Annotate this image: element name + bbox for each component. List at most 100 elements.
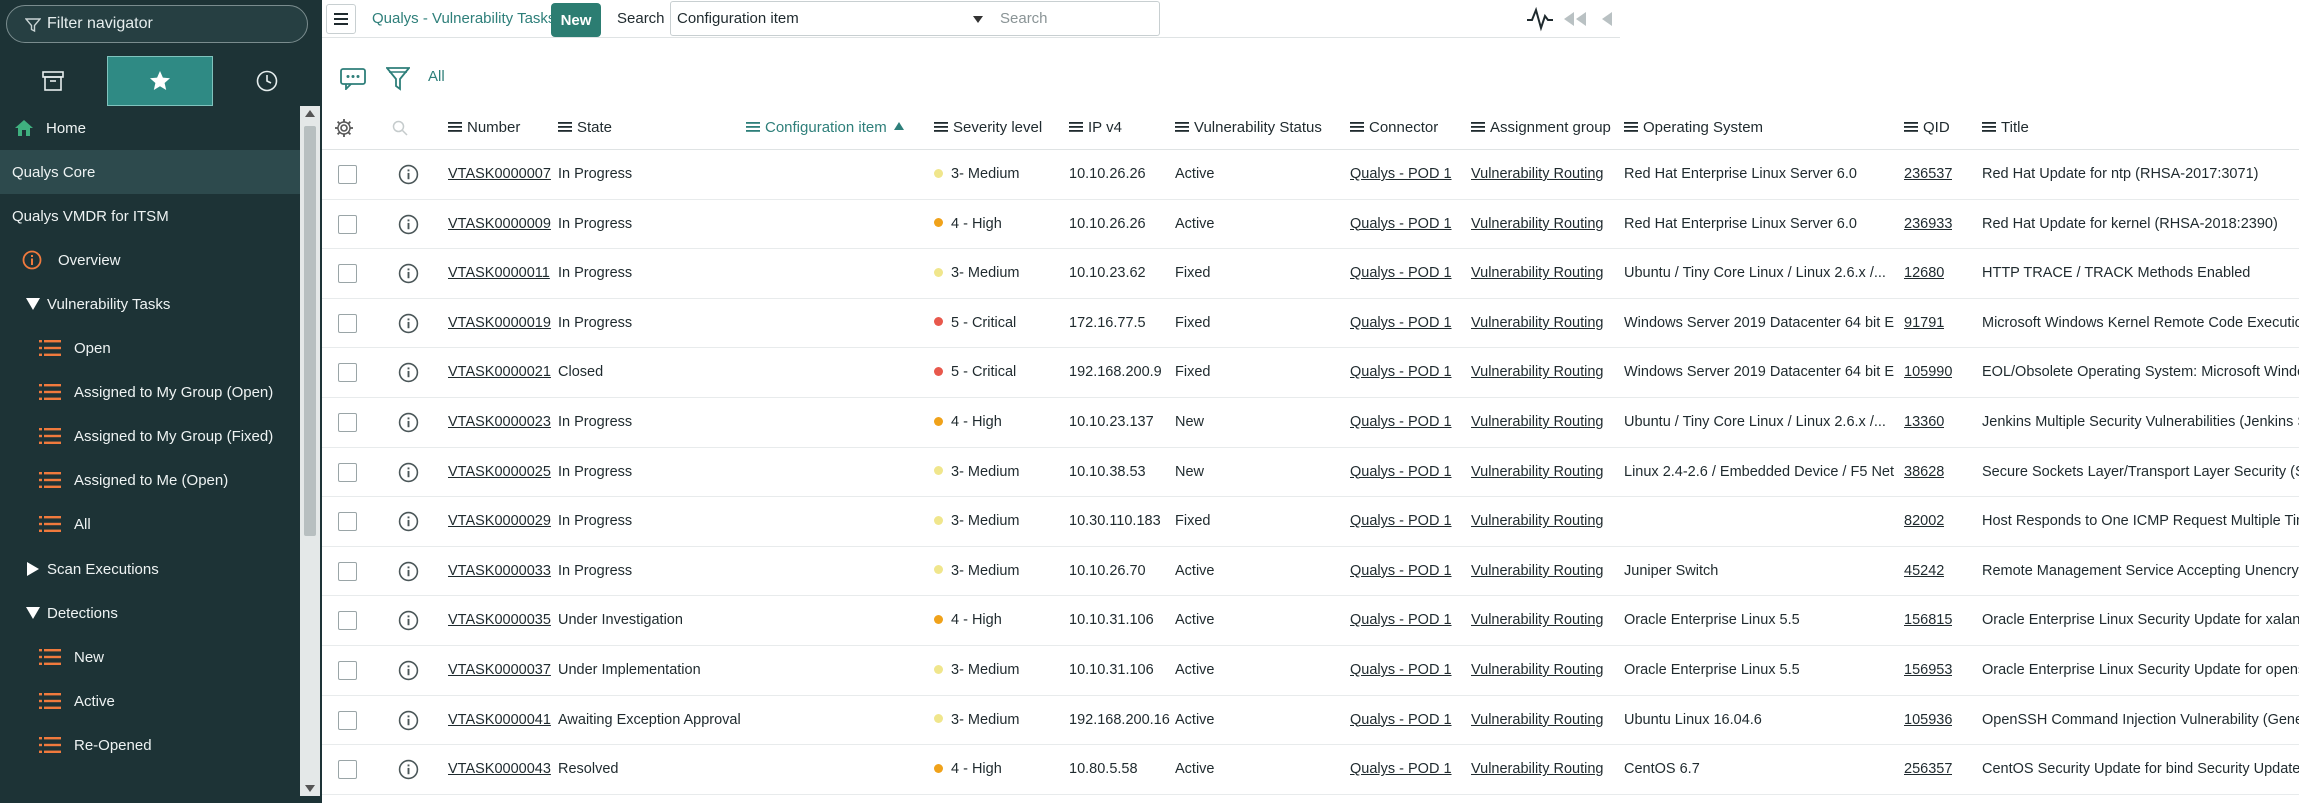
column-header-assignment-group[interactable]: Assignment group — [1471, 106, 1611, 150]
column-header-number[interactable]: Number — [448, 106, 520, 150]
cell-qid[interactable]: 156953 — [1904, 646, 1952, 695]
row-select-checkbox[interactable] — [338, 561, 357, 581]
cell-qid[interactable]: 12680 — [1904, 249, 1944, 298]
row-select-checkbox[interactable] — [338, 413, 357, 432]
cell-connector[interactable]: Qualys - POD 1 — [1350, 448, 1452, 497]
row-select-checkbox[interactable] — [338, 512, 357, 532]
cell-connector[interactable]: Qualys - POD 1 — [1350, 299, 1452, 348]
first-page-icon[interactable] — [1560, 9, 1590, 29]
cell-connector[interactable]: Qualys - POD 1 — [1350, 249, 1452, 298]
list-menu-button[interactable] — [326, 4, 356, 34]
cell-connector[interactable]: Qualys - POD 1 — [1350, 547, 1452, 596]
cell-group[interactable]: Vulnerability Routing — [1471, 547, 1603, 596]
sidebar-item-vulnerability-tasks[interactable]: Vulnerability Tasks — [0, 282, 300, 326]
cell-qid[interactable]: 38628 — [1904, 448, 1944, 497]
cell-group[interactable]: Vulnerability Routing — [1471, 348, 1603, 397]
cell-connector[interactable]: Qualys - POD 1 — [1350, 646, 1452, 695]
cell-group[interactable]: Vulnerability Routing — [1471, 497, 1603, 546]
sidebar-item-overview[interactable]: Overview — [0, 238, 300, 282]
column-header-configuration-item[interactable]: Configuration item — [746, 106, 904, 150]
cell-qid[interactable]: 82002 — [1904, 497, 1944, 546]
cell-group[interactable]: Vulnerability Routing — [1471, 448, 1603, 497]
cell-number[interactable]: VTASK0000041 — [448, 696, 551, 745]
row-info-icon[interactable] — [398, 362, 419, 383]
cell-qid[interactable]: 236933 — [1904, 200, 1952, 249]
cell-connector[interactable]: Qualys - POD 1 — [1350, 150, 1452, 199]
column-header-qid[interactable]: QID — [1904, 106, 1950, 150]
cell-qid[interactable]: 91791 — [1904, 299, 1944, 348]
row-info-icon[interactable] — [398, 313, 419, 334]
table-row[interactable]: VTASK0000019 In Progress 5 - Critical 172.1… — [322, 299, 2299, 349]
row-select-checkbox[interactable] — [338, 462, 357, 482]
table-row[interactable]: VTASK0000035 Under Investigation 4 - High 1… — [322, 596, 2299, 646]
row-select-checkbox[interactable] — [338, 264, 357, 284]
cell-group[interactable]: Vulnerability Routing — [1471, 696, 1603, 745]
column-header-title[interactable]: Title — [1982, 106, 2029, 150]
table-row[interactable]: VTASK0000009 In Progress 4 - High 10.10.26.… — [322, 200, 2299, 250]
row-info-icon[interactable] — [398, 610, 419, 631]
cell-number[interactable]: VTASK0000035 — [448, 596, 551, 645]
column-menu-icon[interactable] — [1350, 122, 1364, 132]
cell-connector[interactable]: Qualys - POD 1 — [1350, 200, 1452, 249]
sidebar-item-assigned-to-my-group-open[interactable]: Assigned to My Group (Open) — [0, 370, 300, 414]
scroll-up-arrow-icon[interactable] — [305, 110, 315, 117]
cell-number[interactable]: VTASK0000037 — [448, 646, 551, 695]
cell-number[interactable]: VTASK0000029 — [448, 497, 551, 546]
cell-qid[interactable]: 13360 — [1904, 398, 1944, 447]
row-select-checkbox[interactable] — [338, 710, 357, 730]
row-info-icon[interactable] — [398, 710, 419, 731]
row-select-checkbox[interactable] — [338, 214, 357, 234]
cell-number[interactable]: VTASK0000023 — [448, 398, 551, 447]
cell-qid[interactable]: 45242 — [1904, 547, 1944, 596]
search-input[interactable] — [990, 1, 1160, 36]
table-row[interactable]: VTASK0000029 In Progress 3- Medium 10.30.11… — [322, 497, 2299, 547]
tab-favorites[interactable] — [107, 56, 213, 106]
cell-qid[interactable]: 256357 — [1904, 745, 1952, 794]
funnel-filter-icon[interactable] — [386, 66, 410, 92]
search-field-select[interactable]: Configuration item — [670, 1, 992, 36]
navigator-scrollbar[interactable] — [300, 106, 320, 796]
cell-number[interactable]: VTASK0000021 — [448, 348, 551, 397]
cell-number[interactable]: VTASK0000033 — [448, 547, 551, 596]
cell-connector[interactable]: Qualys - POD 1 — [1350, 745, 1452, 794]
cell-group[interactable]: Vulnerability Routing — [1471, 299, 1603, 348]
column-header-state[interactable]: State — [558, 106, 612, 150]
cell-connector[interactable]: Qualys - POD 1 — [1350, 696, 1452, 745]
cell-qid[interactable]: 236537 — [1904, 150, 1952, 199]
sidebar-item-all[interactable]: All — [0, 502, 300, 546]
column-menu-icon[interactable] — [558, 122, 572, 132]
row-info-icon[interactable] — [398, 511, 419, 532]
cell-group[interactable]: Vulnerability Routing — [1471, 249, 1603, 298]
sidebar-item-scan-executions[interactable]: Scan Executions — [0, 547, 300, 591]
row-info-icon[interactable] — [398, 561, 419, 582]
cell-connector[interactable]: Qualys - POD 1 — [1350, 348, 1452, 397]
table-row[interactable]: VTASK0000037 Under Implementation 3- Mediu… — [322, 646, 2299, 696]
tab-all-applications[interactable] — [0, 56, 106, 106]
sidebar-item-assigned-to-me-open[interactable]: Assigned to Me (Open) — [0, 458, 300, 502]
row-select-checkbox[interactable] — [338, 363, 357, 383]
filter-navigator-input[interactable]: Filter navigator — [6, 5, 308, 43]
sidebar-item-assigned-to-my-group-fixed[interactable]: Assigned to My Group (Fixed) — [0, 414, 300, 458]
column-menu-icon[interactable] — [1175, 122, 1189, 132]
sidebar-item-new[interactable]: New — [0, 635, 300, 679]
row-info-icon[interactable] — [398, 164, 419, 185]
cell-group[interactable]: Vulnerability Routing — [1471, 200, 1603, 249]
sidebar-item-re-opened[interactable]: Re-Opened — [0, 723, 300, 767]
column-menu-icon[interactable] — [934, 122, 948, 132]
row-info-icon[interactable] — [398, 263, 419, 284]
cell-connector[interactable]: Qualys - POD 1 — [1350, 596, 1452, 645]
row-select-checkbox[interactable] — [338, 165, 357, 184]
row-info-icon[interactable] — [398, 660, 419, 681]
cell-number[interactable]: VTASK0000025 — [448, 448, 551, 497]
sidebar-item-active[interactable]: Active — [0, 679, 300, 723]
column-menu-icon[interactable] — [1069, 122, 1083, 132]
cell-group[interactable]: Vulnerability Routing — [1471, 646, 1603, 695]
column-menu-icon[interactable] — [1982, 122, 1996, 132]
new-button[interactable]: New — [551, 3, 601, 37]
column-header-operating-system[interactable]: Operating System — [1624, 106, 1763, 150]
cell-qid[interactable]: 156815 — [1904, 596, 1952, 645]
navigator-scroll-thumb[interactable] — [304, 126, 316, 536]
cell-group[interactable]: Vulnerability Routing — [1471, 596, 1603, 645]
sidebar-item-open[interactable]: Open — [0, 326, 300, 370]
cell-connector[interactable]: Qualys - POD 1 — [1350, 398, 1452, 447]
